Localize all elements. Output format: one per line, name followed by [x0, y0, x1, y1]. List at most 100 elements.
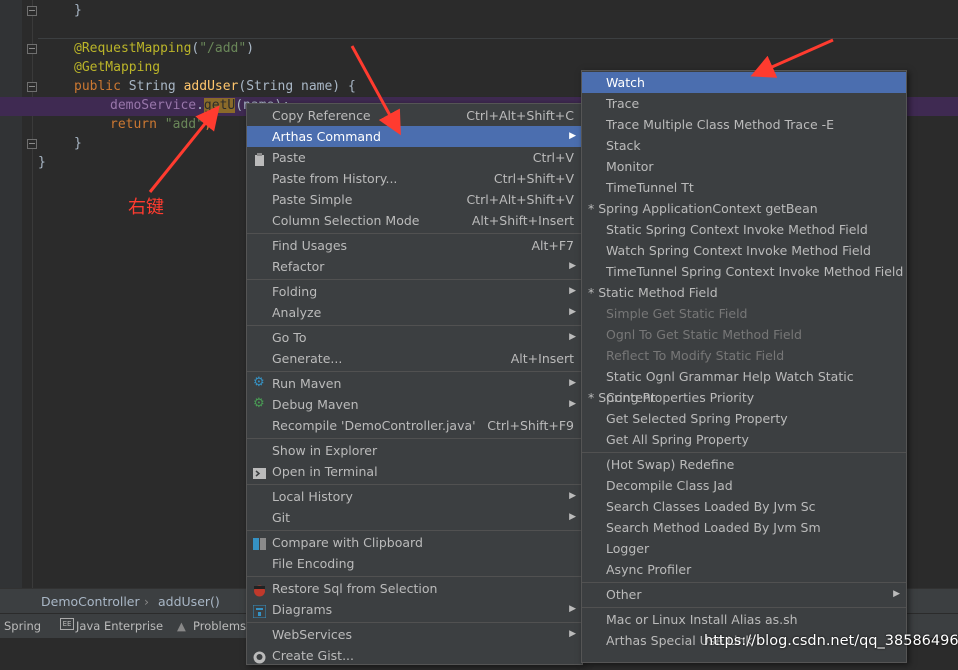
menu-git[interactable]: Git ▶ — [247, 507, 582, 528]
menu-refactor[interactable]: Refactor ▶ — [247, 256, 582, 277]
code-line[interactable]: public String addUser(String name) { — [74, 79, 356, 94]
submenu-get-all-props[interactable]: Get All Spring Property — [582, 429, 906, 450]
submenu-arrow-icon: ▶ — [569, 286, 576, 296]
fold-marker[interactable] — [27, 139, 37, 149]
annotation: @RequestMapping — [74, 41, 192, 56]
breadcrumb-class[interactable]: DemoController — [41, 594, 140, 609]
menu-open-terminal[interactable]: Open in Terminal — [247, 461, 582, 482]
menu-label: Search Classes Loaded By Jvm Sc — [606, 499, 816, 514]
menu-run-maven[interactable]: ⚙ Run Maven ▶ — [247, 373, 582, 394]
menu-arthas-command[interactable]: Arthas Command ▶ — [247, 126, 582, 147]
submenu-monitor[interactable]: Monitor — [582, 156, 906, 177]
submenu-spring-getbean[interactable]: * Spring ApplicationContext getBean — [582, 198, 906, 219]
code-line[interactable]: @GetMapping — [74, 60, 160, 75]
menu-label: Generate... — [272, 351, 343, 366]
submenu-search-methods[interactable]: Search Method Loaded By Jvm Sm — [582, 517, 906, 538]
menu-restore-sql[interactable]: Restore Sql from Selection — [247, 578, 582, 599]
code-line[interactable]: } — [74, 3, 82, 18]
submenu-tt-spring-ctx[interactable]: TimeTunnel Spring Context Invoke Method … — [582, 261, 906, 282]
menu-label: Folding — [272, 284, 318, 299]
submenu-static-spring-ctx[interactable]: Static Spring Context Invoke Method Fiel… — [582, 219, 906, 240]
menu-folding[interactable]: Folding ▶ — [247, 281, 582, 302]
fold-marker[interactable] — [27, 44, 37, 54]
menu-paste-simple[interactable]: Paste Simple Ctrl+Alt+Shift+V — [247, 189, 582, 210]
breadcrumb-method[interactable]: addUser() — [158, 594, 220, 609]
menu-find-usages[interactable]: Find Usages Alt+F7 — [247, 235, 582, 256]
menu-show-explorer[interactable]: Show in Explorer — [247, 440, 582, 461]
submenu-trace-multi[interactable]: Trace Multiple Class Method Trace -E — [582, 114, 906, 135]
spring-tab[interactable]: Spring — [4, 619, 41, 633]
brace: } — [74, 136, 82, 151]
fold-marker[interactable] — [27, 82, 37, 92]
submenu-other[interactable]: Other ▶ — [582, 584, 906, 605]
menu-paste-history[interactable]: Paste from History... Ctrl+Shift+V — [247, 168, 582, 189]
menu-label: Local History — [272, 489, 353, 504]
menu-create-gist[interactable]: Create Gist... — [247, 645, 582, 666]
problems-tab[interactable]: Problems — [193, 619, 246, 633]
menu-divider — [247, 325, 582, 326]
menu-label: Search Method Loaded By Jvm Sm — [606, 520, 821, 535]
submenu-arrow-icon: ▶ — [569, 629, 576, 639]
type: String — [128, 79, 184, 94]
menu-local-history[interactable]: Local History ▶ — [247, 486, 582, 507]
submenu-reflect-modify: Reflect To Modify Static Field — [582, 345, 906, 366]
menu-label: * Spring ApplicationContext getBean — [588, 201, 818, 216]
selected-text: getU — [203, 98, 236, 113]
menu-divider — [247, 576, 582, 577]
menu-shortcut: Ctrl+V — [532, 150, 574, 165]
submenu-arrow-icon: ▶ — [569, 604, 576, 614]
code-line[interactable]: return "add"; — [110, 117, 212, 132]
menu-paste[interactable]: Paste Ctrl+V — [247, 147, 582, 168]
submenu-get-selected-prop[interactable]: Get Selected Spring Property — [582, 408, 906, 429]
submenu-stack[interactable]: Stack — [582, 135, 906, 156]
menu-column-selection[interactable]: Column Selection Mode Alt+Shift+Insert — [247, 210, 582, 231]
submenu-spring-props-priority[interactable]: * Spring Properties Priority — [582, 387, 906, 408]
submenu-trace[interactable]: Trace — [582, 93, 906, 114]
menu-label: Trace — [606, 96, 640, 111]
submenu-mac-linux-alias[interactable]: Mac or Linux Install Alias as.sh — [582, 609, 906, 630]
dot: . — [196, 98, 204, 113]
menu-label: Trace Multiple Class Method Trace -E — [606, 117, 835, 132]
submenu-hot-swap[interactable]: (Hot Swap) Redefine — [582, 454, 906, 475]
submenu-watch[interactable]: Watch — [582, 72, 906, 93]
menu-recompile[interactable]: Recompile 'DemoController.java' Ctrl+Shif… — [247, 415, 582, 436]
submenu-async-profiler[interactable]: Async Profiler — [582, 559, 906, 580]
java-enterprise-tab[interactable]: Java Enterprise — [76, 619, 163, 633]
string-literal: "/add" — [199, 41, 247, 56]
menu-compare-clipboard[interactable]: Compare with Clipboard — [247, 532, 582, 553]
menu-label: (Hot Swap) Redefine — [606, 457, 735, 472]
menu-debug-maven[interactable]: ⚙ Debug Maven ▶ — [247, 394, 582, 415]
submenu-arrow-icon: ▶ — [893, 589, 900, 599]
menu-label: Monitor — [606, 159, 654, 174]
code-line[interactable]: @RequestMapping("/add") — [74, 41, 254, 56]
menu-label: Refactor — [272, 259, 325, 274]
submenu-static-method-field[interactable]: * Static Method Field — [582, 282, 906, 303]
submenu-timetunnel[interactable]: TimeTunnel Tt — [582, 177, 906, 198]
code-line[interactable]: } — [74, 136, 82, 151]
menu-divider — [247, 622, 582, 623]
menu-generate[interactable]: Generate... Alt+Insert — [247, 348, 582, 369]
submenu-watch-spring-ctx[interactable]: Watch Spring Context Invoke Method Field — [582, 240, 906, 261]
menu-label: Async Profiler — [606, 562, 692, 577]
menu-analyze[interactable]: Analyze ▶ — [247, 302, 582, 323]
fold-marker[interactable] — [27, 6, 37, 16]
menu-file-encoding[interactable]: File Encoding — [247, 553, 582, 574]
submenu-arrow-icon: ▶ — [569, 307, 576, 317]
submenu-logger[interactable]: Logger — [582, 538, 906, 559]
submenu-decompile[interactable]: Decompile Class Jad — [582, 475, 906, 496]
terminal-icon — [253, 465, 266, 479]
semicolon: ; — [203, 117, 212, 132]
menu-label: Reflect To Modify Static Field — [606, 348, 785, 363]
menu-label: Run Maven — [272, 376, 342, 391]
github-icon — [253, 649, 266, 664]
submenu-static-ognl-help[interactable]: Static Ognl Grammar Help Watch Static Co… — [582, 366, 906, 405]
menu-go-to[interactable]: Go To ▶ — [247, 327, 582, 348]
right-click-annotation: 右键 — [128, 197, 164, 218]
menu-label: Logger — [606, 541, 650, 556]
menu-copy-reference[interactable]: Copy Reference Ctrl+Alt+Shift+C — [247, 105, 582, 126]
menu-label: Paste from History... — [272, 171, 398, 186]
menu-diagrams[interactable]: Diagrams ▶ — [247, 599, 582, 620]
menu-webservices[interactable]: WebServices ▶ — [247, 624, 582, 645]
code-line[interactable]: } — [38, 155, 46, 170]
submenu-search-classes[interactable]: Search Classes Loaded By Jvm Sc — [582, 496, 906, 517]
